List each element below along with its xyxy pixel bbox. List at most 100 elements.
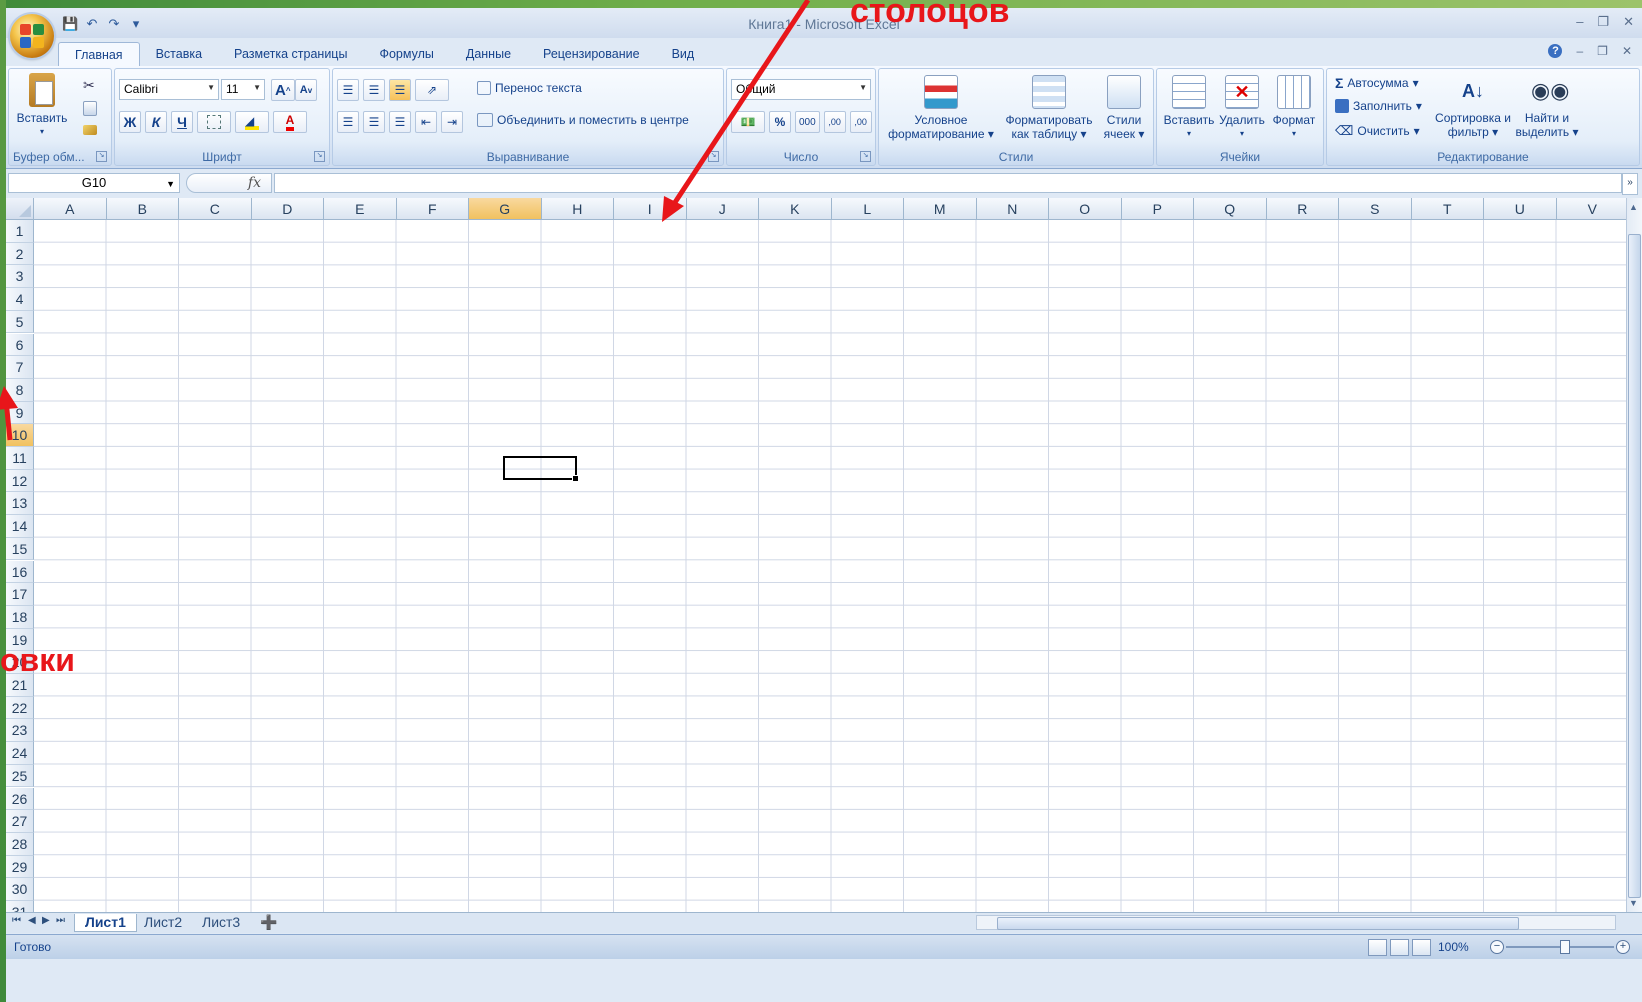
row-header-13[interactable]: 13 (6, 492, 34, 516)
format-cells-button[interactable]: Формат ▾ (1267, 75, 1321, 141)
horizontal-scroll-thumb[interactable] (997, 917, 1519, 930)
zoom-in-icon[interactable]: + (1616, 940, 1630, 954)
wrap-text-button[interactable]: Перенос текста (477, 81, 582, 95)
column-header-c[interactable]: C (179, 198, 252, 220)
column-header-t[interactable]: T (1411, 198, 1484, 220)
row-header-18[interactable]: 18 (6, 605, 34, 629)
column-header-m[interactable]: M (904, 198, 977, 220)
column-header-v[interactable]: V (1556, 198, 1626, 220)
row-header-3[interactable]: 3 (6, 265, 34, 289)
wb-restore-icon[interactable]: ❐ (1597, 44, 1608, 58)
row-header-26[interactable]: 26 (6, 787, 34, 811)
paste-button[interactable]: Вставить ▾ (15, 73, 69, 139)
orientation-icon[interactable]: ⇗ (415, 79, 449, 101)
row-header-6[interactable]: 6 (6, 333, 34, 357)
row-header-28[interactable]: 28 (6, 832, 34, 856)
column-header-g[interactable]: G (469, 198, 542, 220)
number-format-combo[interactable]: Общий ▼ (731, 79, 871, 100)
align-center-icon[interactable]: ☰ (363, 111, 385, 133)
format-as-table-button[interactable]: Форматировать как таблицу ▾ (999, 75, 1099, 141)
last-sheet-icon[interactable]: ⏭ (56, 915, 65, 926)
row-header-29[interactable]: 29 (6, 855, 34, 879)
horizontal-scrollbar[interactable] (976, 915, 1616, 930)
next-sheet-icon[interactable]: ▶ (42, 915, 50, 926)
zoom-level[interactable]: 100% (1438, 940, 1469, 954)
active-cell[interactable] (503, 456, 579, 482)
expand-formula-icon[interactable]: » (1622, 173, 1638, 195)
column-header-n[interactable]: N (976, 198, 1049, 220)
insert-cells-button[interactable]: Вставить ▾ (1161, 75, 1217, 141)
column-header-l[interactable]: L (831, 198, 904, 220)
first-sheet-icon[interactable]: ⏮ (12, 915, 21, 926)
cell-area[interactable] (34, 220, 1626, 912)
fill-color-button[interactable]: ◢ (235, 111, 269, 133)
restore-icon[interactable]: ❐ (1597, 14, 1609, 30)
align-bottom-icon[interactable]: ☰ (389, 79, 411, 101)
column-header-s[interactable]: S (1339, 198, 1412, 220)
select-all-corner[interactable] (6, 198, 34, 220)
column-header-f[interactable]: F (396, 198, 469, 220)
grow-font-button[interactable]: A ^ (271, 79, 295, 101)
conditional-formatting-button[interactable]: Условное форматирование ▾ (883, 75, 999, 141)
minimize-icon[interactable]: – (1576, 14, 1583, 30)
row-header-10[interactable]: 10 (6, 424, 34, 447)
page-break-view-icon[interactable] (1412, 939, 1431, 956)
column-header-o[interactable]: O (1049, 198, 1122, 220)
row-header-1[interactable]: 1 (6, 220, 34, 243)
cell-styles-button[interactable]: Стили ячеек ▾ (1097, 75, 1151, 141)
row-header-24[interactable]: 24 (6, 742, 34, 765)
prev-sheet-icon[interactable]: ◀ (28, 915, 36, 926)
column-header-r[interactable]: R (1266, 198, 1339, 220)
bold-button[interactable]: Ж (119, 111, 141, 133)
align-left-icon[interactable]: ☰ (337, 111, 359, 133)
column-header-a[interactable]: A (34, 198, 107, 220)
clipboard-launcher-icon[interactable]: ↘ (96, 151, 107, 162)
tab-formulas[interactable]: Формулы (363, 42, 449, 66)
autosum-button[interactable]: Σ Автосумма ▾ (1335, 75, 1419, 91)
column-header-e[interactable]: E (324, 198, 397, 220)
font-color-button[interactable]: A (273, 111, 307, 133)
sheet-tab-1[interactable]: Лист1 (74, 914, 137, 932)
row-header-30[interactable]: 30 (6, 878, 34, 901)
tab-data[interactable]: Данные (450, 42, 527, 66)
insert-function-icon[interactable]: fx (248, 175, 261, 191)
merge-center-button[interactable]: Объединить и поместить в центре (477, 113, 689, 127)
sheet-tab-2[interactable]: Лист2 (134, 914, 192, 931)
align-right-icon[interactable]: ☰ (389, 111, 411, 133)
zoom-slider[interactable]: − + (1490, 939, 1630, 955)
fill-button[interactable]: Заполнить ▾ (1335, 99, 1422, 113)
column-header-k[interactable]: K (759, 198, 832, 220)
wb-close-icon[interactable]: ✕ (1622, 44, 1632, 58)
office-button[interactable] (10, 14, 54, 58)
find-select-button[interactable]: ◉◉ Найти и выделить ▾ (1511, 75, 1583, 139)
row-header-14[interactable]: 14 (6, 515, 34, 538)
column-header-b[interactable]: B (106, 198, 179, 220)
borders-button[interactable] (197, 111, 231, 133)
italic-button[interactable]: К (145, 111, 167, 133)
row-header-8[interactable]: 8 (6, 378, 34, 402)
decrease-decimal-button[interactable]: ,00 (849, 111, 872, 133)
row-header-4[interactable]: 4 (6, 288, 34, 311)
sheet-tab-3[interactable]: Лист3 (192, 914, 250, 931)
cut-icon[interactable]: ✂ (83, 77, 99, 93)
tab-review[interactable]: Рецензирование (527, 42, 656, 66)
formula-input[interactable] (274, 173, 1622, 193)
row-header-5[interactable]: 5 (6, 310, 34, 334)
row-header-22[interactable]: 22 (6, 696, 34, 720)
row-header-9[interactable]: 9 (6, 401, 34, 425)
align-top-icon[interactable]: ☰ (337, 79, 359, 101)
row-header-17[interactable]: 17 (6, 583, 34, 606)
vertical-scroll-thumb[interactable] (1628, 234, 1641, 898)
thousands-button[interactable]: 000 (795, 111, 820, 133)
increase-decimal-button[interactable]: ,00 (823, 111, 846, 133)
scroll-down-icon[interactable]: ▼ (1629, 898, 1638, 908)
zoom-knob[interactable] (1560, 940, 1570, 954)
close-icon[interactable]: ✕ (1623, 14, 1634, 30)
row-header-15[interactable]: 15 (6, 537, 34, 561)
alignment-launcher-icon[interactable]: ↘ (708, 151, 719, 162)
column-header-p[interactable]: P (1121, 198, 1194, 220)
normal-view-icon[interactable] (1368, 939, 1387, 956)
column-header-u[interactable]: U (1484, 198, 1557, 220)
column-header-j[interactable]: J (686, 198, 759, 220)
percent-button[interactable]: % (769, 111, 791, 133)
